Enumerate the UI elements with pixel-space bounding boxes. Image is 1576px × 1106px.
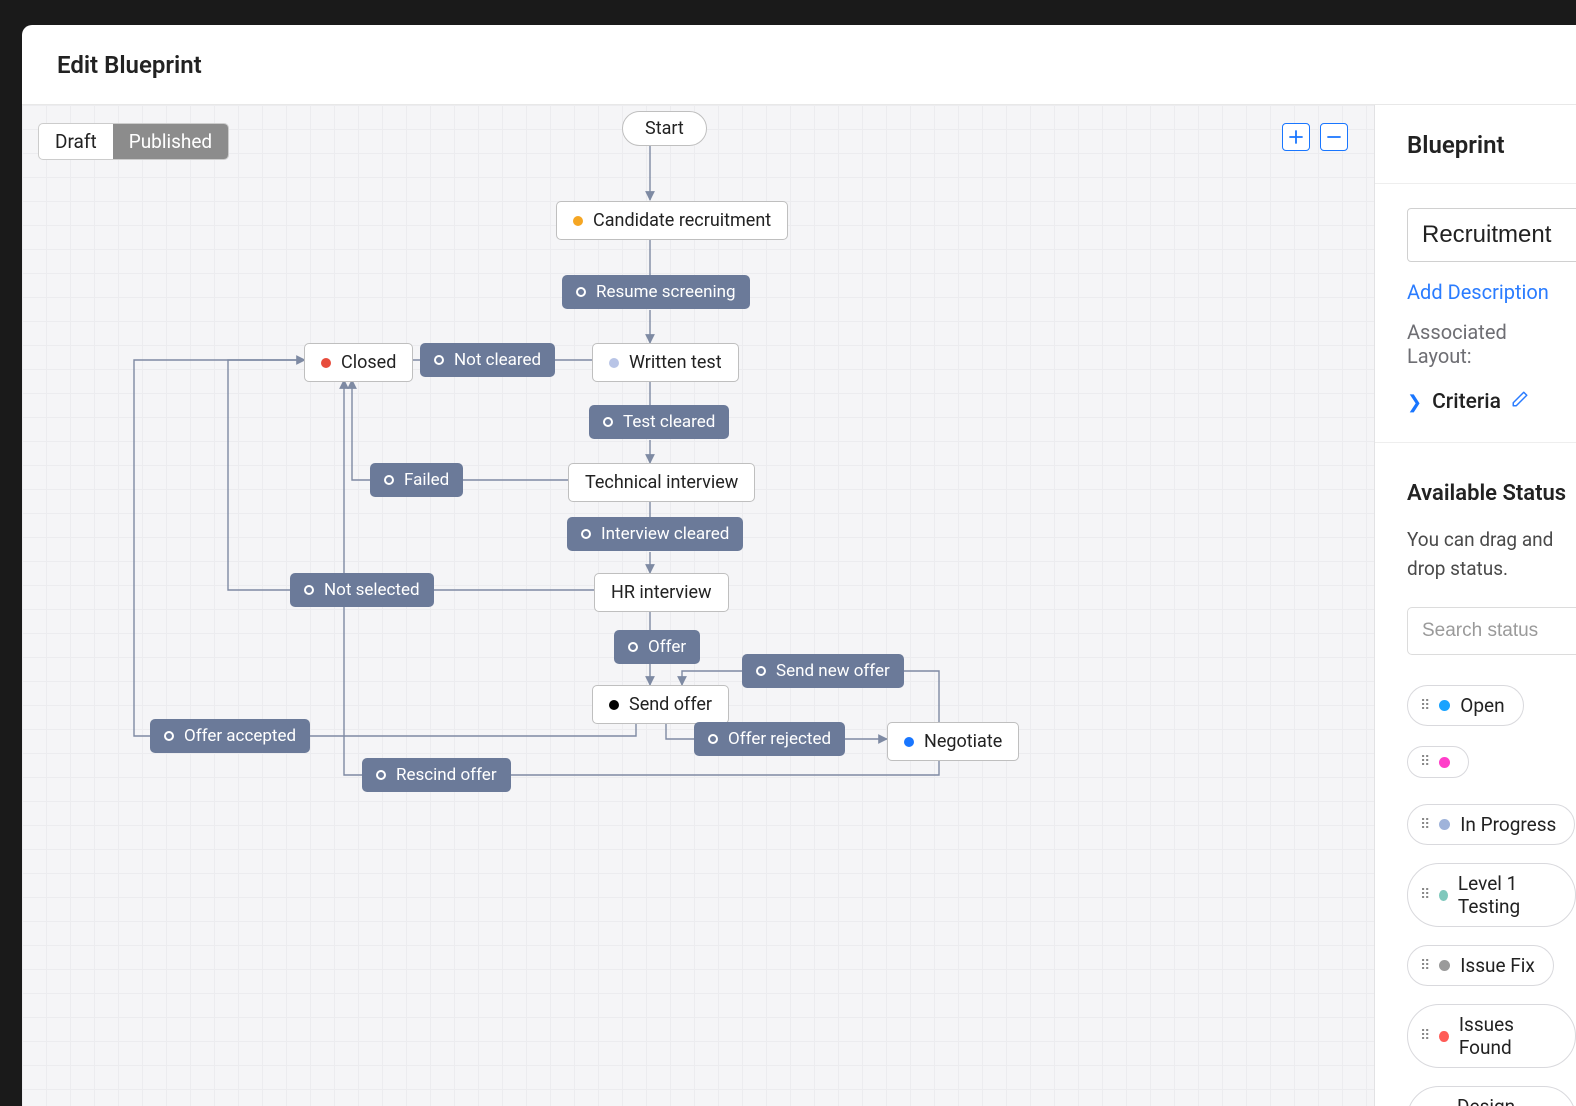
node-start[interactable]: Start (622, 111, 707, 146)
node-negotiate[interactable]: Negotiate (887, 722, 1019, 761)
drag-handle-icon: ⠿ (1420, 699, 1429, 713)
transition-offer[interactable]: Offer (614, 630, 700, 664)
ring-icon (384, 475, 394, 485)
status-dot (1439, 960, 1450, 971)
available-status-heading: Available Status (1407, 481, 1576, 506)
node-written-test[interactable]: Written test (592, 343, 739, 382)
ring-icon (376, 770, 386, 780)
node-label: Closed (341, 352, 396, 373)
status-dot (609, 700, 619, 710)
transition-label: Rescind offer (396, 765, 497, 785)
criteria-row[interactable]: ❯ Criteria (1407, 390, 1576, 414)
page-title: Edit Blueprint (57, 51, 202, 79)
status-dot (321, 358, 331, 368)
transition-label: Offer (648, 637, 686, 657)
ring-icon (576, 287, 586, 297)
status-dot (1439, 1031, 1449, 1042)
transition-offer-accepted[interactable]: Offer accepted (150, 719, 310, 753)
status-chip-design-research[interactable]: ⠿ Design Research (1407, 1086, 1576, 1106)
node-label: Technical interview (585, 472, 738, 493)
transition-offer-rejected[interactable]: Offer rejected (694, 722, 845, 756)
status-dot (573, 216, 583, 226)
node-label: HR interview (611, 582, 712, 603)
status-dot (609, 358, 619, 368)
add-description-link[interactable]: Add Description (1407, 280, 1576, 304)
status-label: Open (1460, 694, 1504, 717)
status-chip-issues-found[interactable]: ⠿ Issues Found (1407, 1004, 1576, 1068)
search-status-input[interactable] (1407, 607, 1576, 655)
view-toggle: Draft Published (38, 123, 229, 160)
sidebar: Blueprint Add Description Associated Lay… (1374, 105, 1576, 1106)
status-chip-level1[interactable]: ⠿ Level 1 Testing (1407, 863, 1576, 927)
status-chip-issue-fix[interactable]: ⠿ Issue Fix (1407, 945, 1554, 986)
transition-label: Send new offer (776, 661, 890, 681)
blueprint-name-input[interactable] (1407, 208, 1576, 262)
status-chip-partial[interactable]: ⠿ (1407, 746, 1469, 778)
transition-interview-cleared[interactable]: Interview cleared (567, 517, 743, 551)
transition-not-cleared[interactable]: Not cleared (420, 343, 555, 377)
node-label: Start (645, 118, 684, 139)
node-closed[interactable]: Closed (304, 343, 413, 382)
transition-label: Not cleared (454, 350, 541, 370)
status-label: Design Research (1457, 1095, 1557, 1106)
drag-handle-icon: ⠿ (1420, 818, 1429, 832)
status-dot (1439, 700, 1450, 711)
drag-handle-icon: ⠿ (1420, 888, 1429, 902)
status-dot (1439, 757, 1450, 768)
ring-icon (434, 355, 444, 365)
drag-handle-icon: ⠿ (1420, 959, 1429, 973)
node-label: Written test (629, 352, 722, 373)
node-label: Send offer (629, 694, 712, 715)
status-dot (1439, 890, 1448, 901)
transition-send-new-offer[interactable]: Send new offer (742, 654, 904, 688)
status-label: Level 1 Testing (1458, 872, 1557, 918)
available-status-help: You can drag and drop status. (1407, 526, 1576, 583)
node-label: Candidate recruitment (593, 210, 771, 231)
status-label: Issues Found (1459, 1013, 1557, 1059)
ring-icon (304, 585, 314, 595)
transition-rescind-offer[interactable]: Rescind offer (362, 758, 511, 792)
drag-handle-icon: ⠿ (1420, 1029, 1429, 1043)
blueprint-canvas[interactable]: Draft Published (22, 105, 1374, 1106)
transition-resume-screening[interactable]: Resume screening (562, 275, 750, 309)
status-label: Issue Fix (1460, 954, 1535, 977)
node-candidate-recruitment[interactable]: Candidate recruitment (556, 201, 788, 240)
node-label: Negotiate (924, 731, 1002, 752)
node-send-offer[interactable]: Send offer (592, 685, 729, 724)
toggle-published[interactable]: Published (113, 124, 228, 159)
chevron-right-icon: ❯ (1407, 392, 1422, 413)
transition-failed[interactable]: Failed (370, 463, 463, 497)
node-hr-interview[interactable]: HR interview (594, 573, 729, 612)
transition-test-cleared[interactable]: Test cleared (589, 405, 729, 439)
status-chip-open[interactable]: ⠿ Open (1407, 685, 1524, 726)
edit-icon[interactable] (1511, 390, 1529, 414)
status-dot (1439, 819, 1450, 830)
toggle-draft[interactable]: Draft (39, 124, 113, 159)
status-chip-in-progress[interactable]: ⠿ In Progress (1407, 804, 1575, 845)
drag-handle-icon: ⠿ (1420, 755, 1429, 769)
ring-icon (581, 529, 591, 539)
status-dot (904, 737, 914, 747)
associated-layout-label: Associated Layout: (1407, 320, 1576, 368)
transition-label: Test cleared (623, 412, 715, 432)
transition-label: Interview cleared (601, 524, 729, 544)
ring-icon (756, 666, 766, 676)
ring-icon (164, 731, 174, 741)
sidebar-heading: Blueprint (1375, 105, 1576, 184)
zoom-out-button[interactable] (1320, 123, 1348, 151)
transition-not-selected[interactable]: Not selected (290, 573, 434, 607)
transition-label: Offer rejected (728, 729, 831, 749)
zoom-in-button[interactable] (1282, 123, 1310, 151)
ring-icon (628, 642, 638, 652)
status-label: In Progress (1460, 813, 1556, 836)
ring-icon (603, 417, 613, 427)
criteria-label: Criteria (1432, 390, 1501, 414)
ring-icon (708, 734, 718, 744)
transition-label: Resume screening (596, 282, 736, 302)
transition-label: Failed (404, 470, 449, 490)
transition-label: Not selected (324, 580, 420, 600)
node-technical-interview[interactable]: Technical interview (568, 463, 755, 502)
transition-label: Offer accepted (184, 726, 296, 746)
